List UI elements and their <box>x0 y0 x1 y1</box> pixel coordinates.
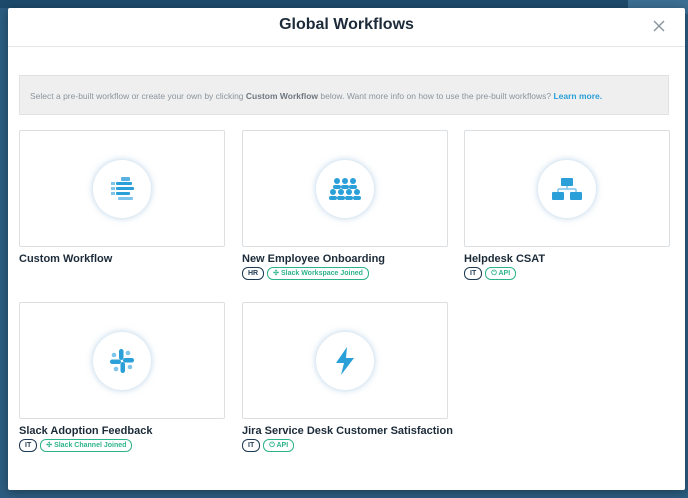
tag-label: API <box>276 442 289 449</box>
learn-more-link[interactable]: Learn more. <box>553 91 602 101</box>
power-icon: ⏻ <box>491 270 497 277</box>
workflows-modal: Global Workflows Select a pre-built work… <box>8 8 685 490</box>
workflow-name: Helpdesk CSAT <box>464 253 546 265</box>
lightning-icon <box>336 346 354 375</box>
workflow-name: New Employee Onboarding <box>242 253 386 265</box>
power-icon: ⏻ <box>269 442 275 449</box>
close-icon[interactable] <box>651 18 667 34</box>
background-bar <box>0 0 688 8</box>
workflow-name: Jira Service Desk Customer Satisfaction <box>242 425 453 437</box>
icon-circle <box>93 159 151 218</box>
modal-header: Global Workflows <box>8 8 685 47</box>
tag-list: IT ⏻ API <box>464 267 517 280</box>
workflow-tile[interactable] <box>242 302 448 419</box>
tag-list: IT ⏻ API <box>242 439 295 452</box>
custom-workflow-icon <box>111 176 134 200</box>
tag-slack-channel-joined: ✣ Slack Channel Joined <box>40 439 133 452</box>
workflow-tile[interactable] <box>464 130 670 247</box>
icon-circle <box>93 331 151 390</box>
info-banner: Select a pre-built workflow or create yo… <box>19 75 669 115</box>
slack-icon <box>110 348 134 373</box>
workflow-card-helpdesk-csat[interactable]: Helpdesk CSAT IT ⏻ API <box>464 130 670 290</box>
workflow-card-jira-csat[interactable]: Jira Service Desk Customer Satisfaction … <box>242 302 453 462</box>
tag-label: Slack Workspace Joined <box>280 270 363 277</box>
tag-it: IT <box>19 439 38 452</box>
workflow-card-onboarding[interactable]: New Employee Onboarding HR ✣ Slack Works… <box>242 130 448 290</box>
tag-label: IT <box>248 442 255 449</box>
tag-api: ⏻ API <box>263 439 295 452</box>
info-bold: Custom Workflow <box>245 91 318 101</box>
tag-list: HR ✣ Slack Workspace Joined <box>242 267 369 280</box>
people-group-icon <box>329 177 361 200</box>
info-text: Select a pre-built workflow or create yo… <box>30 91 246 101</box>
icon-circle <box>316 159 374 218</box>
slack-icon: ✣ <box>46 442 53 449</box>
workflow-tile[interactable] <box>19 302 225 419</box>
network-icon <box>552 177 582 200</box>
tag-it: IT <box>464 267 483 280</box>
tag-list: IT ✣ Slack Channel Joined <box>19 439 133 452</box>
workflow-name: Slack Adoption Feedback <box>19 425 153 437</box>
tag-api: ⏻ API <box>485 267 517 280</box>
workflow-name: Custom Workflow <box>19 253 113 265</box>
icon-circle <box>316 331 374 390</box>
info-text-2: below. Want more info on how to use the … <box>318 91 554 101</box>
tag-label: Slack Channel Joined <box>54 442 127 449</box>
tag-label: IT <box>25 442 32 449</box>
workflow-card-slack-adoption[interactable]: Slack Adoption Feedback IT ✣ Slack Chann… <box>19 302 225 462</box>
workflow-tile[interactable] <box>242 130 448 247</box>
tag-label: API <box>498 270 511 277</box>
tag-it: IT <box>242 439 261 452</box>
tag-slack-workspace-joined: ✣ Slack Workspace Joined <box>267 267 369 280</box>
tag-label: IT <box>470 270 477 277</box>
workflow-tile[interactable] <box>19 130 225 247</box>
tag-label: HR <box>248 270 259 277</box>
icon-circle <box>538 159 596 218</box>
slack-icon: ✣ <box>273 270 279 277</box>
modal-title: Global Workflows <box>279 16 414 33</box>
workflow-card-custom[interactable]: Custom Workflow <box>19 130 225 290</box>
tag-hr: HR <box>242 267 265 280</box>
